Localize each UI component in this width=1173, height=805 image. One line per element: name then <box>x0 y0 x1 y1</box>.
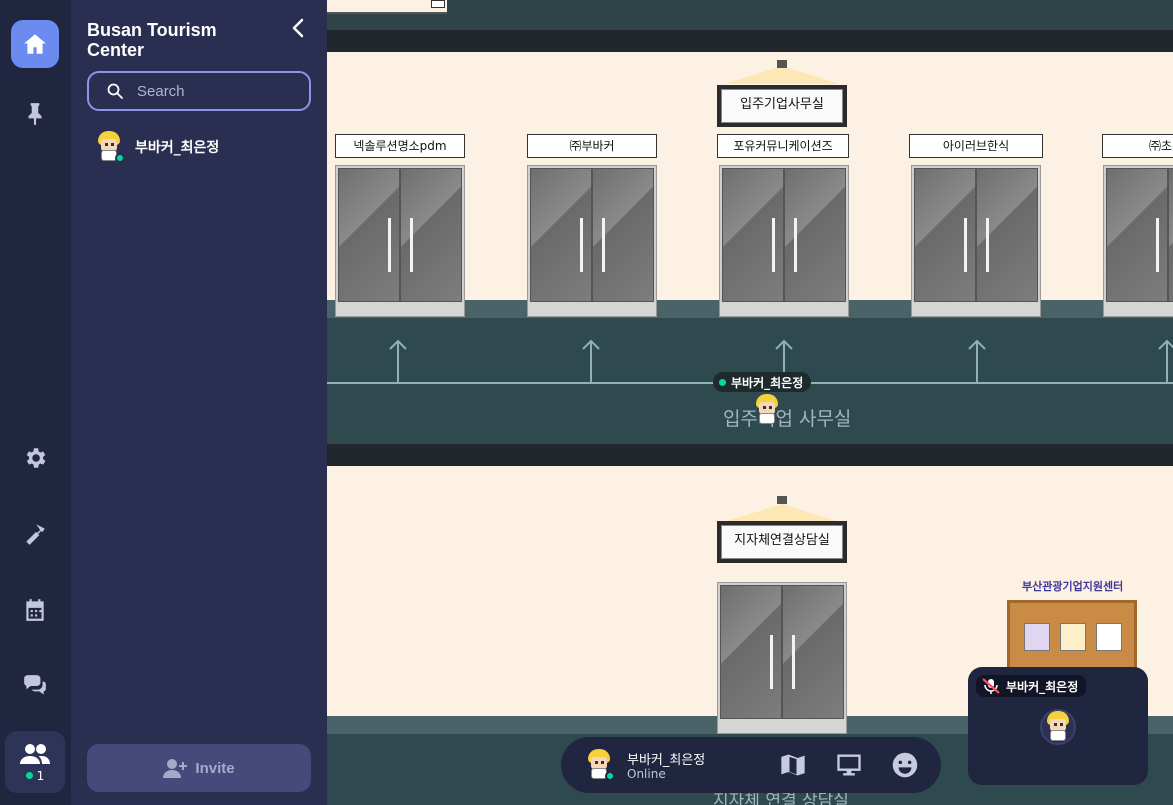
control-bar: 부바커_최은정 Online <box>561 737 941 793</box>
search-icon <box>107 83 123 99</box>
search-input[interactable] <box>135 81 295 101</box>
members-button[interactable]: 1 <box>5 731 65 793</box>
up-arrow-icon <box>581 339 601 383</box>
door-sign: 아이러브한식 <box>909 134 1043 158</box>
gear-icon <box>26 448 46 468</box>
members-count-value: 1 <box>36 768 45 783</box>
video-avatar <box>1040 709 1076 745</box>
door-sign: ㈜초록 <box>1102 134 1173 158</box>
office-door[interactable] <box>1103 165 1173 317</box>
lamp-glow <box>724 66 840 84</box>
emote-button[interactable] <box>889 749 921 781</box>
home-button[interactable] <box>11 20 59 68</box>
door-sign: 포유커뮤니케이션즈 <box>717 134 849 158</box>
consult-room-door[interactable] <box>717 582 847 734</box>
pin-icon <box>28 103 42 125</box>
build-button[interactable] <box>11 510 59 558</box>
upper-room-sign: 입주기업사무실 <box>717 85 847 127</box>
up-arrow-icon <box>1157 339 1173 383</box>
people-icon <box>20 743 50 764</box>
chat-icon <box>24 675 46 695</box>
door-sign: 넥솔루션명소pdm <box>335 134 465 158</box>
wall-band <box>327 444 1173 466</box>
mic-muted-icon <box>982 678 1000 694</box>
left-rail: 1 <box>0 0 71 805</box>
member-list-item[interactable]: 부바커_최은정 <box>95 131 219 163</box>
calendar-icon <box>26 599 44 621</box>
add-user-icon <box>163 759 188 778</box>
avatar <box>95 131 125 163</box>
up-arrow-icon <box>388 339 408 383</box>
office-door[interactable] <box>527 165 657 317</box>
hammer-icon <box>26 524 45 545</box>
office-door[interactable] <box>911 165 1041 317</box>
screen-share-icon <box>837 754 861 776</box>
door-sign: ㈜부바커 <box>527 134 657 158</box>
upper-room-floor-label: 입주기업 사무실 <box>723 408 852 430</box>
wall-top-band <box>327 30 1173 52</box>
video-name: 부바커_최은정 <box>1006 679 1079 694</box>
office-door[interactable] <box>335 165 465 317</box>
online-status-dot <box>115 153 125 163</box>
online-status-dot <box>605 771 615 781</box>
invite-button[interactable]: Invite <box>87 744 311 792</box>
online-dot <box>25 772 33 779</box>
self-info[interactable]: 부바커_최은정 Online <box>627 749 705 781</box>
map-icon <box>781 754 805 776</box>
wall-fragment <box>327 0 447 14</box>
ceiling-lamp <box>777 496 787 504</box>
calendar-button[interactable] <box>11 586 59 634</box>
board-note <box>1096 623 1122 651</box>
upper-room-sign-text: 입주기업사무실 <box>721 89 843 123</box>
lamp-glow <box>724 504 840 522</box>
center-logo: 부산관광기업지원센터 <box>1022 580 1124 593</box>
chat-button[interactable] <box>11 662 59 710</box>
board-note <box>1060 623 1086 651</box>
video-name-tag: 부바커_최은정 <box>976 675 1087 697</box>
ceiling-lamp <box>777 60 787 68</box>
player-name: 부바커_최은정 <box>731 375 804 390</box>
board-note <box>1024 623 1050 651</box>
sidebar: Busan Tourism Center 부바커_최은정 Invite <box>71 0 327 805</box>
pin-button[interactable] <box>11 90 59 138</box>
self-status: Online <box>627 767 666 781</box>
player-avatar[interactable] <box>753 394 781 426</box>
collapse-sidebar-button[interactable] <box>287 16 311 40</box>
minimap-button[interactable] <box>777 749 809 781</box>
invite-label: Invite <box>195 759 235 777</box>
up-arrow-icon <box>967 339 987 383</box>
self-name: 부바커_최은정 <box>627 753 706 768</box>
office-door[interactable] <box>719 165 849 317</box>
screen-share-button[interactable] <box>833 749 865 781</box>
self-avatar[interactable] <box>585 749 615 781</box>
space-title: Busan Tourism Center <box>87 20 217 60</box>
self-video-tile[interactable]: 부바커_최은정 <box>968 667 1148 785</box>
member-name: 부바커_최은정 <box>135 140 220 156</box>
online-dot <box>719 378 726 386</box>
player-name-tag: 부바커_최은정 <box>713 372 812 392</box>
settings-button[interactable] <box>11 434 59 482</box>
bulletin-board[interactable] <box>1007 600 1137 672</box>
lower-room-sign: 지자체연결상담실 <box>717 521 847 563</box>
search-box[interactable] <box>87 71 311 111</box>
home-icon <box>24 34 46 54</box>
chevron-left-icon <box>292 18 304 38</box>
lower-room-sign-text: 지자체연결상담실 <box>721 525 843 559</box>
members-count: 1 <box>25 768 45 783</box>
wall-sign-fragment <box>431 0 445 8</box>
emoji-icon <box>892 752 918 778</box>
